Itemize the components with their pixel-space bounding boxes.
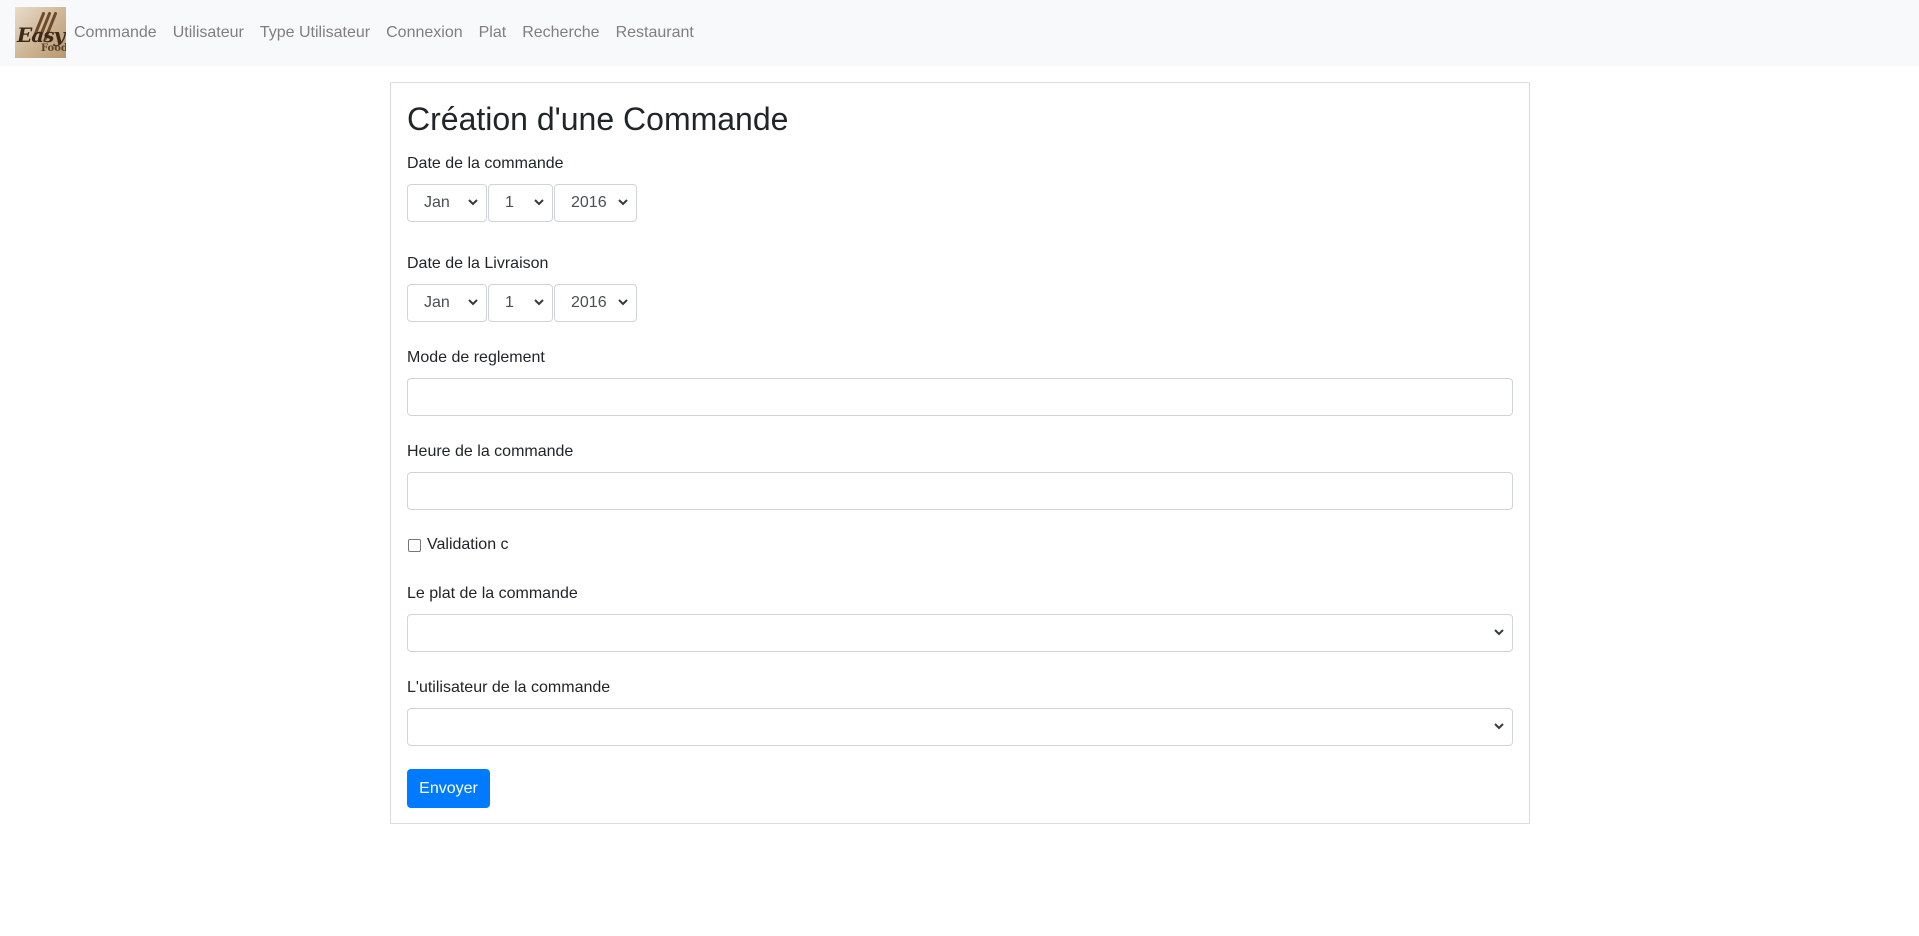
- plat-select[interactable]: [407, 614, 1513, 652]
- date-livraison-month-value: Jan: [424, 294, 450, 311]
- date-commande-month-select[interactable]: Jan: [407, 184, 487, 222]
- mode-reglement-input[interactable]: [407, 378, 1513, 416]
- envoyer-button[interactable]: Envoyer: [407, 769, 490, 808]
- date-livraison-day-value: 1: [505, 294, 514, 311]
- chevron-down-icon: [618, 199, 628, 206]
- date-commande-year-value: 2016: [571, 194, 607, 211]
- date-commande-label: Date de la commande: [407, 155, 564, 172]
- nav-link-connexion[interactable]: Connexion: [386, 24, 463, 42]
- heure-commande-input[interactable]: [407, 472, 1513, 510]
- date-commande-month-value: Jan: [424, 194, 450, 211]
- date-livraison-year-value: 2016: [571, 294, 607, 311]
- nav-link-utilisateur[interactable]: Utilisateur: [173, 24, 244, 42]
- validation-label: Validation c: [427, 536, 509, 553]
- nav-links: Commande Utilisateur Type Utilisateur Co…: [74, 0, 710, 66]
- mode-reglement-label: Mode de reglement: [407, 349, 545, 366]
- brand-logo[interactable]: Easy Food: [15, 7, 66, 58]
- nav-link-recherche[interactable]: Recherche: [522, 24, 599, 42]
- date-livraison-day-select[interactable]: 1: [488, 284, 553, 322]
- utilisateur-select[interactable]: [407, 708, 1513, 746]
- chevron-down-icon: [534, 299, 544, 306]
- nav-link-plat[interactable]: Plat: [479, 24, 507, 42]
- heure-commande-label: Heure de la commande: [407, 443, 574, 460]
- navbar: Easy Food Commande Utilisateur Type Util…: [0, 0, 1919, 66]
- page-title: Création d'une Commande: [407, 101, 789, 137]
- date-commande-day-select[interactable]: 1: [488, 184, 553, 222]
- utilisateur-label: L'utilisateur de la commande: [407, 679, 611, 696]
- logo-word-food: Food: [41, 43, 66, 54]
- chevron-down-icon: [468, 199, 478, 206]
- chevron-down-icon: [1494, 723, 1504, 730]
- plat-label: Le plat de la commande: [407, 585, 578, 602]
- chevron-down-icon: [468, 299, 478, 306]
- validation-checkbox[interactable]: [408, 539, 421, 552]
- date-commande-year-select[interactable]: 2016: [554, 184, 637, 222]
- date-livraison-year-select[interactable]: 2016: [554, 284, 637, 322]
- date-livraison-month-select[interactable]: Jan: [407, 284, 487, 322]
- nav-link-type-utilisateur[interactable]: Type Utilisateur: [260, 24, 370, 42]
- date-commande-day-value: 1: [505, 194, 514, 211]
- nav-link-commande[interactable]: Commande: [74, 24, 157, 42]
- form-card: Création d'une Commande Date de la comma…: [390, 82, 1530, 824]
- chevron-down-icon: [1494, 629, 1504, 636]
- date-livraison-label: Date de la Livraison: [407, 255, 549, 272]
- nav-link-restaurant[interactable]: Restaurant: [616, 24, 694, 42]
- chevron-down-icon: [618, 299, 628, 306]
- chevron-down-icon: [534, 199, 544, 206]
